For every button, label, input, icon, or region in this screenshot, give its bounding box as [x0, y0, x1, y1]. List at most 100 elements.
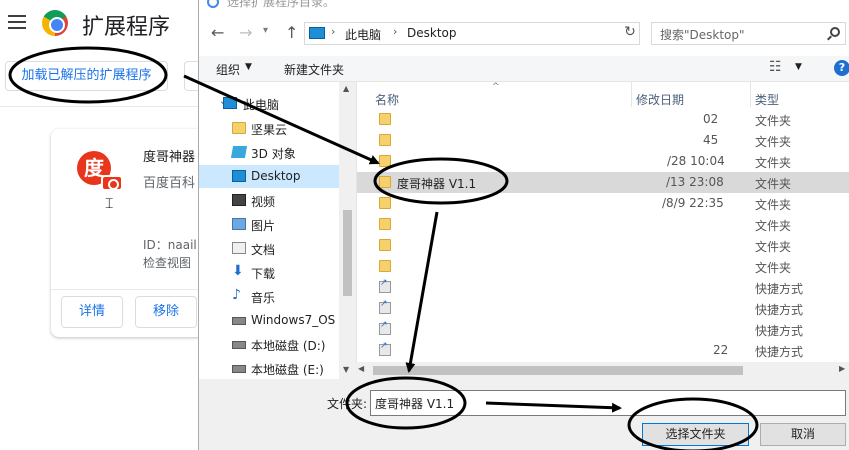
- column-divider[interactable]: [631, 82, 632, 107]
- scroll-left-icon[interactable]: ◀: [358, 364, 364, 373]
- file-row[interactable]: 文件夹: [357, 256, 849, 277]
- tree-item-drive-d[interactable]: 本地磁盘 (D:): [199, 333, 339, 356]
- column-date-header[interactable]: 修改日期: [636, 91, 684, 108]
- file-row-selected[interactable]: 度哥神器 V1.1 /13 23:08 文件夹: [357, 172, 849, 193]
- text-cursor-icon: ⌶: [105, 196, 114, 212]
- scroll-thumb[interactable]: [373, 366, 743, 375]
- tree-item-3d-objects[interactable]: 3D 对象: [199, 141, 339, 164]
- breadcrumb-this-pc[interactable]: 此电脑: [345, 26, 381, 43]
- horizontal-scrollbar[interactable]: ◀ ▶: [356, 362, 849, 379]
- dialog-titlebar[interactable]: 选择扩展程序目录。: [199, 0, 849, 10]
- details-button[interactable]: 详情: [61, 296, 123, 328]
- pc-icon: [223, 97, 237, 109]
- breadcrumb-desktop[interactable]: Desktop: [407, 26, 457, 40]
- extension-name: 度哥神器: [143, 150, 196, 165]
- remove-button[interactable]: 移除: [135, 296, 197, 328]
- chevron-down-icon[interactable]: ▼: [795, 62, 802, 72]
- file-row[interactable]: 45 文件夹: [357, 130, 849, 151]
- tree-item-videos[interactable]: 视频: [199, 189, 339, 212]
- pictures-icon: [232, 218, 246, 230]
- tree-item-label: Desktop: [251, 169, 301, 183]
- column-type-header[interactable]: 类型: [755, 91, 779, 108]
- tree-item-downloads[interactable]: ⬇ 下载: [199, 261, 339, 284]
- folder-field-label: 文件夹:: [327, 397, 368, 411]
- select-folder-button[interactable]: 选择文件夹: [642, 423, 749, 446]
- file-type: 文件夹: [755, 261, 792, 275]
- tree-item-music[interactable]: ♪ 音乐: [199, 285, 339, 308]
- address-bar[interactable]: › 此电脑 › Desktop ⌄: [304, 22, 721, 45]
- file-date: /13 23:08: [666, 175, 724, 189]
- navigation-scrollbar[interactable]: ▲ ▼: [339, 82, 356, 379]
- extension-badge-icon: [101, 175, 123, 191]
- file-type: 文件夹: [755, 240, 792, 254]
- file-type: 快捷方式: [755, 324, 804, 338]
- folder-input-value: 度哥神器 V1.1: [375, 397, 455, 411]
- pack-extension-button[interactable]: [184, 61, 198, 91]
- scroll-up-icon[interactable]: ▲: [343, 84, 349, 93]
- file-row[interactable]: 快捷方式: [357, 277, 849, 298]
- organize-button[interactable]: 组织: [216, 61, 240, 78]
- file-row[interactable]: 快捷方式: [357, 298, 849, 319]
- back-arrow-icon[interactable]: ←: [211, 23, 224, 42]
- menu-icon[interactable]: [8, 15, 26, 29]
- file-type: 快捷方式: [755, 303, 804, 317]
- load-unpacked-button[interactable]: 加载已解压的扩展程序: [5, 61, 168, 91]
- tree-item-documents[interactable]: 文档: [199, 237, 339, 260]
- file-row[interactable]: 文件夹: [357, 235, 849, 256]
- up-arrow-icon[interactable]: ↑: [285, 23, 298, 42]
- shortcut-icon: [379, 320, 391, 335]
- tree-item-windows7-os[interactable]: Windows7_OS: [199, 309, 339, 332]
- tree-item-this-pc[interactable]: ⌄ 此电脑: [199, 92, 339, 115]
- file-row[interactable]: /8/9 22:35 文件夹: [357, 193, 849, 214]
- command-bar: 组织 ▼ 新建文件夹 ☷ ▼ ?: [199, 56, 849, 82]
- file-row[interactable]: 文件夹: [357, 214, 849, 235]
- navigation-bar: ← → ▾ ↑ › 此电脑 › Desktop ⌄ ↻ 搜索"Desktop": [199, 10, 849, 56]
- tree-item-jianguoyun[interactable]: 坚果云: [199, 117, 339, 140]
- recent-locations-chevron-icon[interactable]: ▾: [263, 25, 268, 36]
- tree-item-pictures[interactable]: 图片: [199, 213, 339, 236]
- folder-icon: [379, 197, 391, 209]
- inspect-views-label[interactable]: 检查视图: [143, 254, 191, 271]
- tree-item-drive-e[interactable]: 本地磁盘 (E:): [199, 357, 339, 379]
- scroll-right-icon[interactable]: ▶: [839, 364, 845, 373]
- shortcut-icon: [379, 278, 391, 293]
- scroll-down-icon[interactable]: ▼: [343, 365, 349, 374]
- music-icon: ♪: [232, 287, 241, 303]
- dialog-title: 选择扩展程序目录。: [227, 0, 336, 9]
- tree-item-label: Windows7_OS: [251, 313, 336, 327]
- new-folder-button[interactable]: 新建文件夹: [284, 61, 344, 78]
- scroll-thumb[interactable]: [343, 210, 352, 296]
- help-icon[interactable]: ?: [834, 60, 849, 76]
- column-divider[interactable]: [750, 82, 751, 107]
- column-name-header[interactable]: 名称: [375, 91, 399, 108]
- chrome-logo-icon: [42, 10, 68, 36]
- file-row[interactable]: /28 10:04 文件夹: [357, 151, 849, 172]
- folder-icon: [379, 260, 391, 272]
- 3d-objects-icon: [230, 146, 248, 158]
- chevron-down-icon[interactable]: ▼: [245, 62, 252, 72]
- sort-up-icon: ^: [492, 82, 500, 92]
- shortcut-icon: [379, 341, 391, 356]
- card-divider: [51, 289, 221, 290]
- file-date: /8/9 22:35: [662, 196, 724, 210]
- file-row[interactable]: 快捷方式: [357, 319, 849, 340]
- chevron-right-icon[interactable]: ›: [331, 25, 335, 38]
- search-input[interactable]: 搜索"Desktop": [651, 22, 846, 45]
- chevron-right-icon[interactable]: ›: [393, 25, 397, 38]
- file-row[interactable]: 22 快捷方式: [357, 340, 849, 361]
- file-type: 文件夹: [755, 114, 792, 128]
- extension-card: 度 度哥神器 百度百科 ID：naail 检查视图 详情 移除: [51, 129, 221, 337]
- forward-arrow-icon[interactable]: →: [239, 23, 252, 42]
- folder-icon: [232, 122, 246, 134]
- folder-picker-dialog: 选择扩展程序目录。 ← → ▾ ↑ › 此电脑 › Desktop ⌄ ↻ 搜索…: [198, 0, 849, 450]
- file-row[interactable]: 02 文件夹: [357, 109, 849, 130]
- cancel-button[interactable]: 取消: [760, 423, 846, 446]
- tree-item-label: 本地磁盘 (D:): [251, 339, 326, 353]
- tree-item-label: 坚果云: [251, 123, 288, 137]
- refresh-icon[interactable]: ↻: [619, 24, 641, 44]
- folder-name-input[interactable]: 度哥神器 V1.1: [370, 390, 846, 416]
- view-options-icon[interactable]: ☷: [769, 59, 782, 75]
- file-type: 快捷方式: [755, 282, 804, 296]
- tree-item-desktop[interactable]: Desktop: [199, 165, 339, 188]
- toolbar-divider: [0, 106, 198, 107]
